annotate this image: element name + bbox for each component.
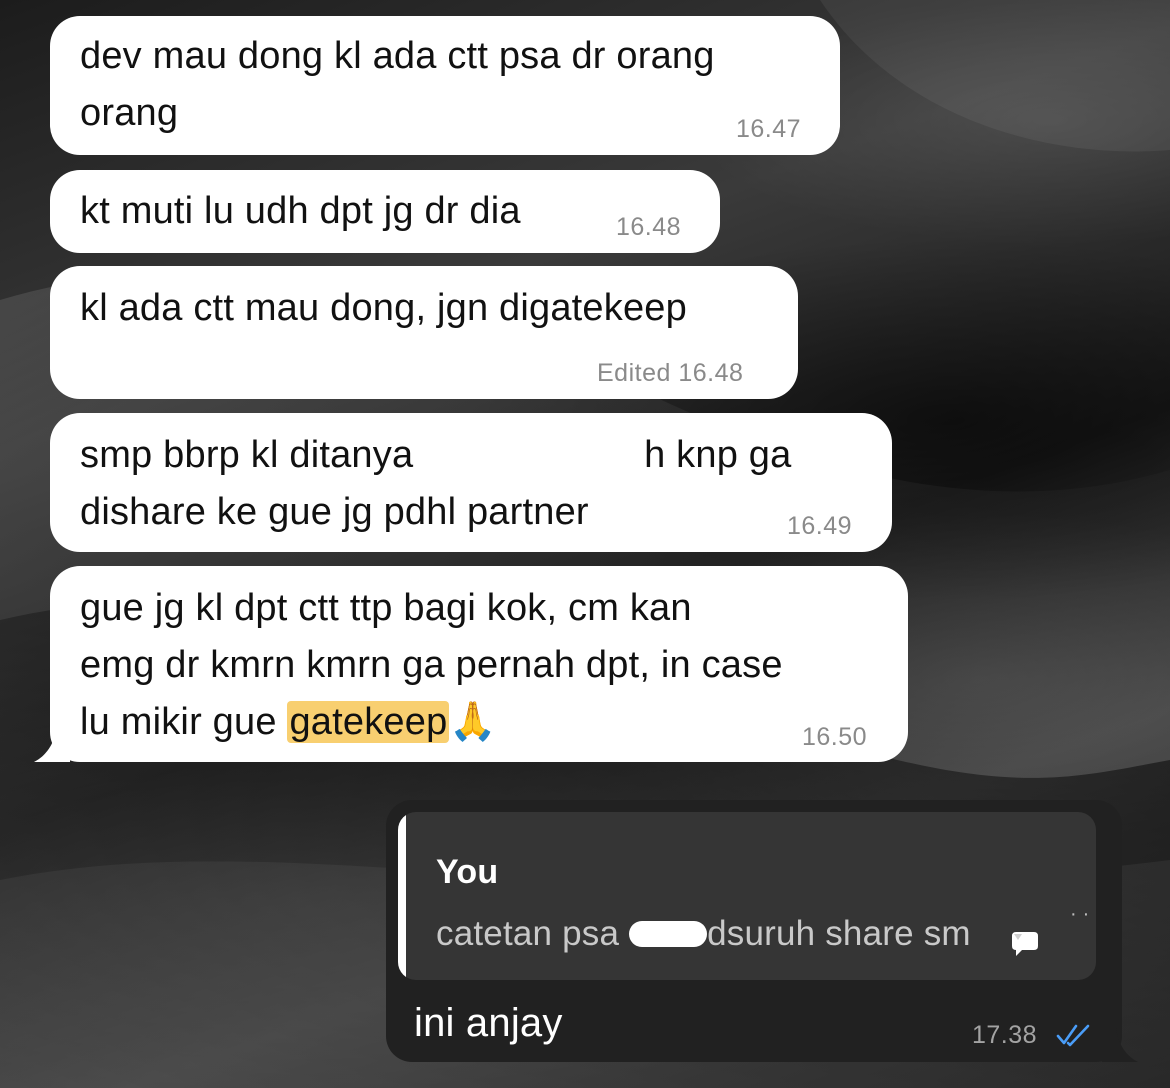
message-text: smp bbrp kl ditanya bbox=[80, 434, 425, 476]
message-text-line: dishare ke gue jg pdhl partner bbox=[80, 491, 589, 533]
folded-hands-emoji: 🙏 bbox=[449, 701, 497, 743]
quoted-text-part: dsuruh share sm bbox=[707, 914, 971, 953]
message-text-line: dev mau dong kl ada ctt psa dr orang bbox=[80, 35, 715, 77]
quote-accent-bar bbox=[398, 812, 406, 980]
read-double-check-icon bbox=[1056, 1024, 1090, 1047]
incoming-message[interactable]: kl ada ctt mau dong, jgn digatekeep Edit… bbox=[50, 266, 798, 399]
message-text: lu mikir gue bbox=[80, 701, 288, 743]
message-timestamp: 17.38 bbox=[972, 1021, 1038, 1049]
message-text-line: orang bbox=[80, 92, 179, 134]
incoming-message[interactable]: smp bbrp kl ditanya h knp ga dishare ke … bbox=[50, 413, 892, 552]
message-edited-timestamp: Edited 16.48 bbox=[597, 358, 743, 388]
incoming-message[interactable]: kt muti lu udh dpt jg dr dia 16.48 bbox=[50, 170, 720, 253]
quoted-text-part: catetan psa bbox=[436, 914, 630, 953]
edited-label: Edited bbox=[597, 359, 671, 387]
redacted-text bbox=[424, 433, 645, 477]
message-text: ini anjay bbox=[414, 1001, 563, 1045]
message-text-line: kl ada ctt mau dong, jgn digatekeep bbox=[80, 287, 687, 329]
message-text: h knp ga bbox=[644, 434, 792, 476]
more-options-icon[interactable]: ·· bbox=[1070, 904, 1095, 924]
highlighted-text: gatekeep bbox=[287, 701, 450, 743]
message-text-line: kt muti lu udh dpt jg dr dia bbox=[80, 190, 521, 232]
outgoing-reply-message[interactable]: You catetan psa dsuruh share sm ·· ini a… bbox=[386, 800, 1122, 1062]
message-timestamp: 16.47 bbox=[736, 115, 802, 143]
message-text-line: gue jg kl dpt ctt ttp bagi kok, cm kan bbox=[80, 587, 692, 629]
bubble-tail-icon bbox=[1102, 1028, 1138, 1062]
message-timestamp: 16.48 bbox=[678, 359, 744, 387]
incoming-message[interactable]: dev mau dong kl ada ctt psa dr orang ora… bbox=[50, 16, 840, 155]
message-timestamp: 16.50 bbox=[802, 723, 868, 751]
message-timestamp: 16.49 bbox=[787, 512, 853, 540]
speech-bubble-emoji-icon bbox=[1012, 932, 1038, 956]
message-text-line: smp bbrp kl ditanya h knp ga bbox=[80, 427, 791, 484]
incoming-message[interactable]: gue jg kl dpt ctt ttp bagi kok, cm kan e… bbox=[50, 566, 908, 762]
quoted-text: catetan psa dsuruh share sm bbox=[436, 912, 971, 956]
bubble-tail-icon bbox=[34, 730, 70, 762]
message-text-line: emg dr kmrn kmrn ga pernah dpt, in case bbox=[80, 644, 783, 686]
quoted-author: You bbox=[436, 853, 499, 891]
quoted-message[interactable]: You catetan psa dsuruh share sm bbox=[398, 812, 1096, 980]
redacted-text bbox=[629, 921, 708, 947]
message-timestamp: 16.48 bbox=[616, 213, 682, 241]
message-text-line: lu mikir gue gatekeep🙏 bbox=[80, 694, 783, 751]
